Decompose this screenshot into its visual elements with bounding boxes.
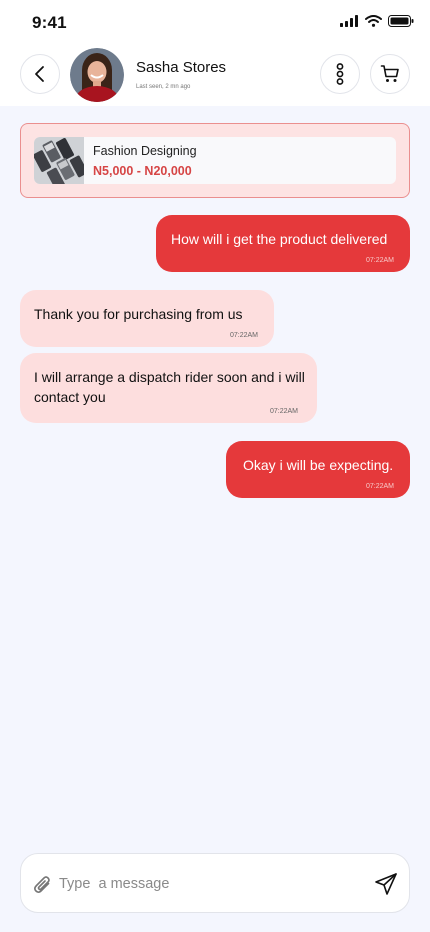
message-time: 07:22AM [229,332,258,339]
message-bubble-outgoing[interactable]: Okay i will be expecting. 07:22AM [226,441,410,498]
message-text: Thank you for purchasing from us [34,306,243,322]
product-price: N5,000 - N20,000 [93,164,192,178]
status-bar: 9:41 [0,0,430,44]
avatar[interactable] [70,48,124,102]
message-bubble-incoming[interactable]: Thank you for purchasing from us 07:22AM [20,290,274,347]
send-icon[interactable] [374,872,398,896]
message-time: 07:22AM [365,483,394,490]
message-bubble-incoming[interactable]: I will arrange a dispatch rider soon and… [20,353,317,423]
wifi-icon [365,15,382,27]
message-time: 07:22AM [269,408,298,415]
product-title: Fashion Designing [93,144,197,158]
more-vertical-icon [336,63,344,85]
cart-button[interactable] [370,54,410,94]
message-text: Okay i will be expecting. [243,457,394,473]
cart-icon [380,65,399,82]
last-seen-status: Last seen, 2 mn ago [136,84,191,90]
message-text: How will i get the product delivered [171,231,388,247]
status-icons [340,15,414,27]
more-options-button[interactable] [320,54,360,94]
paperclip-icon[interactable] [33,874,53,896]
store-name: Sasha Stores [136,59,227,76]
chevron-left-icon [35,66,44,82]
message-text: I will arrange a dispatch rider soon and… [34,369,305,405]
message-time: 07:22AM [365,257,394,264]
back-button[interactable] [20,54,60,94]
message-bubble-outgoing[interactable]: How will i get the product delivered 07:… [156,215,410,272]
product-card[interactable]: Fashion Designing N5,000 - N20,000 [20,123,410,198]
status-time: 9:41 [32,13,67,32]
message-input[interactable] [59,872,359,896]
top-bar: 9:41 Sasha Stores Last seen, 2 mn ago [0,0,430,106]
battery-icon [388,15,414,27]
chat-header: Sasha Stores Last seen, 2 mn ago [0,48,430,102]
signal-icon [340,15,358,27]
message-composer [20,853,410,913]
product-info: Fashion Designing N5,000 - N20,000 [34,137,396,184]
product-thumbnail [34,137,84,184]
